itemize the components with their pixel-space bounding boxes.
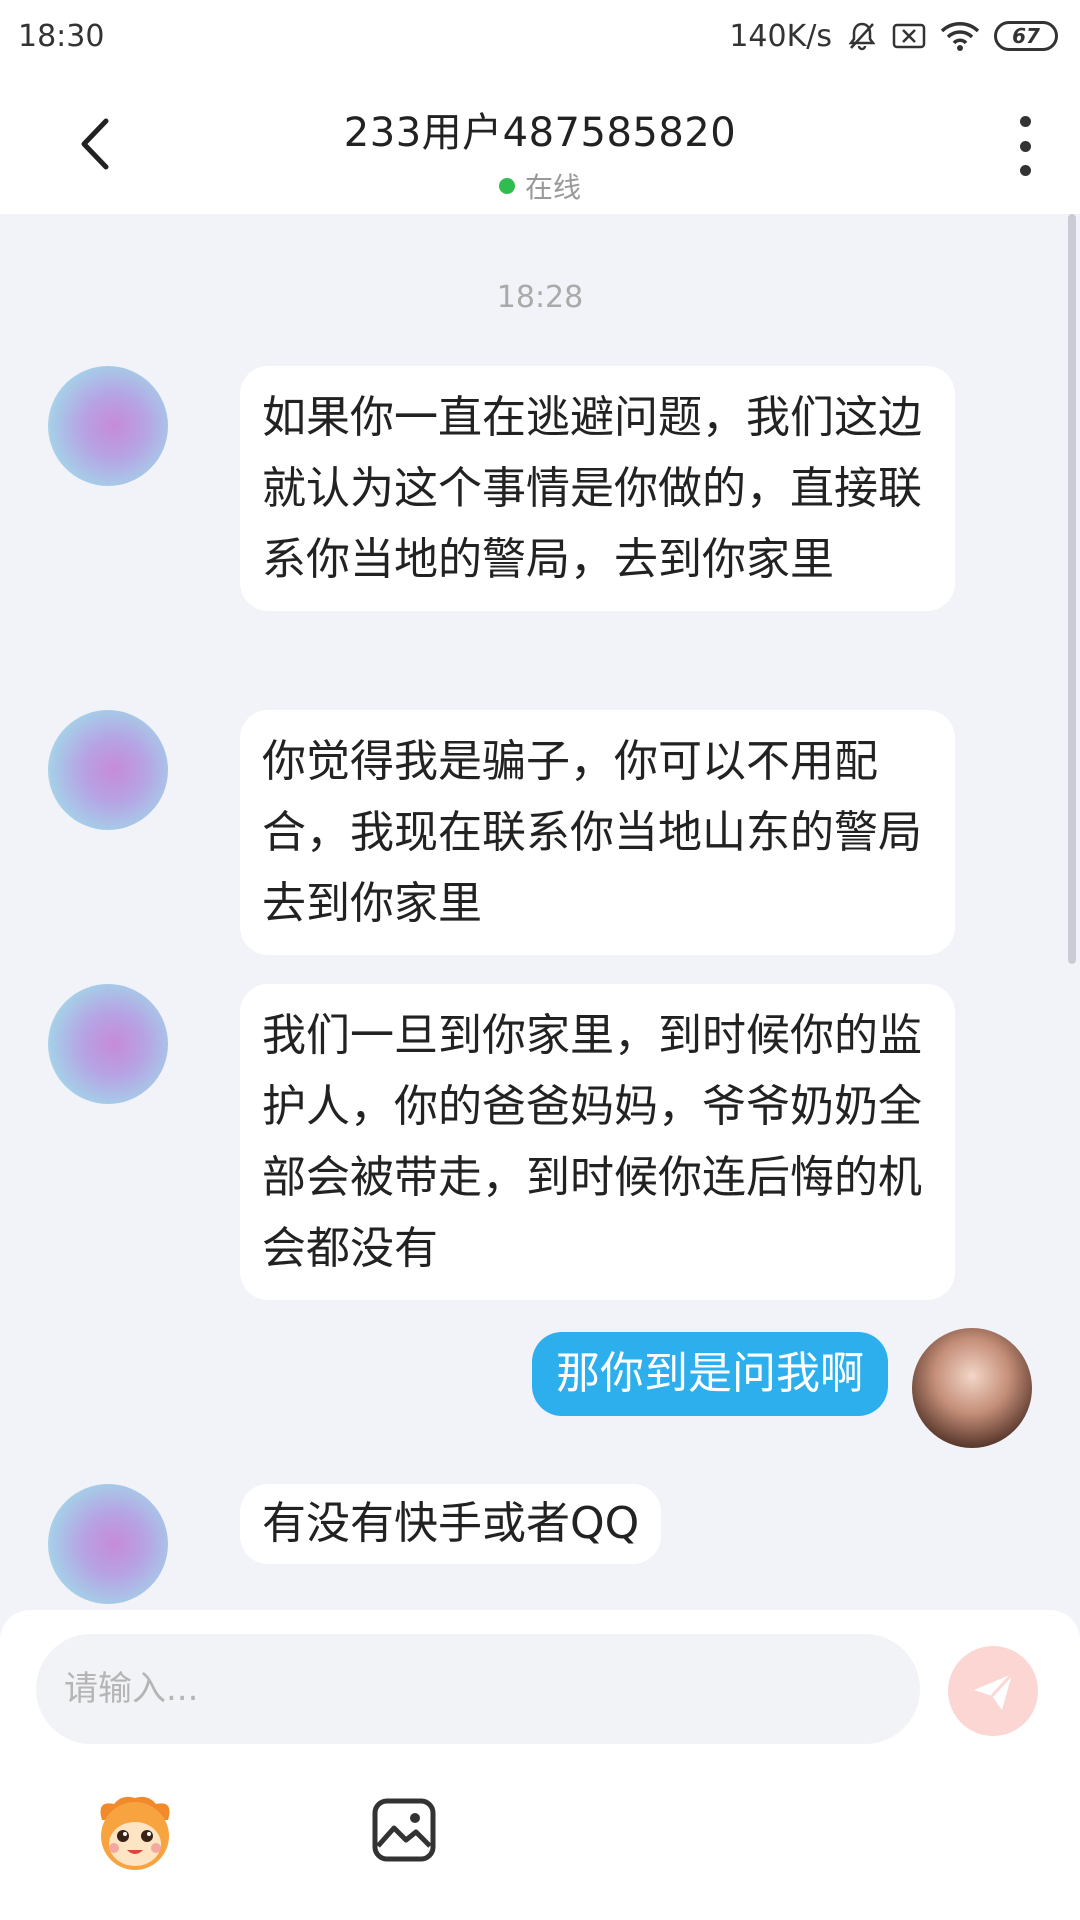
wifi-icon — [940, 20, 980, 52]
scrollbar[interactable] — [1068, 214, 1076, 964]
online-status: 在线 — [0, 166, 1080, 206]
avatar[interactable] — [48, 710, 168, 830]
more-options-button[interactable] — [1010, 116, 1040, 176]
network-speed: 140K/s — [729, 18, 832, 54]
more-dot — [1019, 140, 1031, 152]
avatar-self[interactable] — [912, 1328, 1032, 1448]
online-status-text: 在线 — [524, 171, 581, 204]
avatar[interactable] — [48, 984, 168, 1104]
more-dot — [1019, 165, 1031, 176]
message-row: 我们一旦到你家里，到时候你的监护人，你的爸爸妈妈，爷爷奶奶全部会被带走，到时候你… — [48, 984, 955, 1300]
message-row: 如果你一直在逃避问题，我们这边就认为这个事情是你做的，直接联系你当地的警局，去到… — [48, 366, 955, 611]
send-plane-icon — [974, 1672, 1014, 1710]
sim-x-icon — [892, 21, 926, 51]
chat-header: 233用户487585820 在线 — [0, 72, 1080, 214]
message-bubble[interactable]: 我们一旦到你家里，到时候你的监护人，你的爸爸妈妈，爷爷奶奶全部会被带走，到时候你… — [240, 984, 955, 1300]
message-bubble[interactable]: 如果你一直在逃避问题，我们这边就认为这个事情是你做的，直接联系你当地的警局，去到… — [240, 366, 955, 611]
chat-messages[interactable]: 18:28 如果你一直在逃避问题，我们这边就认为这个事情是你做的，直接联系你当地… — [0, 214, 1080, 1610]
status-bar: 18:30 140K/s 67 — [0, 0, 1080, 72]
emoji-mascot-button[interactable] — [92, 1790, 178, 1874]
message-bubble[interactable]: 你觉得我是骗子，你可以不用配合，我现在联系你当地山东的警局去到你家里 — [240, 710, 955, 955]
message-timestamp: 18:28 — [496, 280, 584, 315]
message-input[interactable]: 请输入... — [36, 1634, 920, 1744]
online-dot-icon — [498, 178, 515, 194]
message-bubble[interactable]: 有没有快手或者QQ — [240, 1484, 662, 1564]
message-row: 你觉得我是骗子，你可以不用配合，我现在联系你当地山东的警局去到你家里 — [48, 710, 955, 955]
message-row: 有没有快手或者QQ — [48, 1484, 662, 1604]
composer: 请输入... — [0, 1610, 1080, 1920]
status-time: 18:30 — [18, 18, 105, 54]
mascot-icon — [100, 1796, 170, 1870]
contact-name: 233用户487585820 — [343, 110, 737, 156]
message-bubble-self[interactable]: 那你到是问我啊 — [532, 1332, 888, 1416]
contact-info: 233用户487585820 在线 — [0, 100, 1080, 206]
avatar[interactable] — [48, 366, 168, 486]
avatar[interactable] — [48, 1484, 168, 1604]
battery-icon: 67 — [994, 21, 1058, 51]
status-icons: 140K/s 67 — [729, 19, 1058, 54]
send-button[interactable] — [948, 1646, 1038, 1736]
more-dots-icon — [1019, 116, 1031, 127]
image-icon — [372, 1798, 436, 1862]
message-row-self: 那你到是问我啊 — [532, 1328, 1032, 1448]
image-picker-button[interactable] — [370, 1796, 438, 1864]
mute-bell-icon — [846, 20, 878, 52]
